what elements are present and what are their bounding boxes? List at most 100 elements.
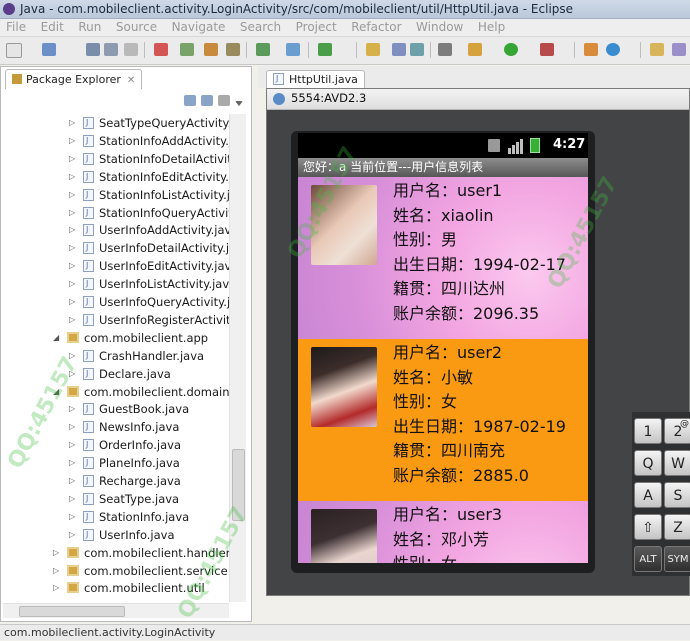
key-a[interactable]: A: [634, 482, 662, 508]
collapse-all-icon[interactable]: [184, 95, 196, 106]
list-item[interactable]: 用户名：user3 姓名：邓小芳 性别：女: [298, 501, 588, 563]
chevron-right-icon[interactable]: ▷: [69, 293, 75, 311]
tab-httputil[interactable]: HttpUtil.java: [266, 70, 365, 89]
save-all-icon[interactable]: [104, 43, 118, 56]
tree-file[interactable]: ▷ UserInfoQueryActivity.java: [69, 293, 229, 311]
menu-refactor[interactable]: Refactor: [345, 19, 406, 34]
tree-file[interactable]: ▷ Declare.java: [69, 365, 171, 383]
link-with-editor-icon[interactable]: [201, 95, 213, 106]
scrollbar-thumb[interactable]: [232, 449, 245, 521]
tree-file[interactable]: ▷ StationInfo.java: [69, 508, 189, 526]
chevron-right-icon[interactable]: ▷: [53, 562, 59, 580]
menu-file[interactable]: File: [0, 19, 31, 34]
chevron-down-icon[interactable]: ◢: [53, 383, 59, 401]
open-folder-icon[interactable]: [650, 43, 664, 56]
list-item[interactable]: 用户名：user1 姓名：xiaolin 性别：男 出生日期：1994-02-1…: [298, 177, 588, 339]
key-z[interactable]: Z: [664, 514, 690, 540]
chevron-right-icon[interactable]: ▷: [69, 221, 75, 239]
chevron-right-icon[interactable]: ▷: [69, 168, 75, 186]
list-item[interactable]: 用户名：user2 姓名：小敏 性别：女 出生日期：1987-02-19 籍贯：…: [298, 339, 588, 501]
tree-file[interactable]: ▷ StationInfoEditActivity.jav: [69, 168, 229, 186]
new-class-icon[interactable]: [584, 43, 598, 56]
open-type-icon[interactable]: [366, 43, 380, 56]
tree-file[interactable]: ▷ StationInfoDetailActivity.j: [69, 150, 229, 168]
tree-package[interactable]: ▷ com.mobileclient.util: [53, 579, 205, 597]
run-icon[interactable]: [504, 43, 518, 56]
chevron-right-icon[interactable]: ▷: [69, 508, 75, 526]
menu-source[interactable]: Source: [110, 19, 162, 34]
new-file-icon[interactable]: [6, 43, 22, 58]
menu-edit[interactable]: Edit: [35, 19, 69, 34]
chevron-right-icon[interactable]: ▷: [69, 204, 75, 222]
chevron-down-icon[interactable]: ◢: [53, 329, 59, 347]
build-icon[interactable]: [256, 43, 270, 56]
tree-file[interactable]: ▷ StationInfoAddActivity.jav: [69, 132, 229, 150]
chevron-right-icon[interactable]: ▷: [69, 436, 75, 454]
menu-help[interactable]: Help: [472, 19, 510, 34]
key-q[interactable]: Q: [634, 450, 662, 476]
tree-file[interactable]: ▷ UserInfoListActivity.java: [69, 275, 229, 293]
new-package-icon[interactable]: [606, 43, 620, 56]
menu-run[interactable]: Run: [72, 19, 106, 34]
tree-file[interactable]: ▷ UserInfoDetailActivity.java: [69, 239, 229, 257]
perspective-icon[interactable]: [672, 43, 686, 56]
chevron-right-icon[interactable]: ▷: [69, 365, 75, 383]
chevron-right-icon[interactable]: ▷: [69, 239, 75, 257]
external-tools-icon[interactable]: [540, 43, 554, 56]
tree-package[interactable]: ◢ com.mobileclient.domain: [53, 383, 229, 401]
android-tool-icon[interactable]: [226, 43, 240, 56]
chevron-right-icon[interactable]: ▷: [69, 114, 75, 132]
pen-icon[interactable]: [438, 43, 452, 56]
tree-file[interactable]: ▷ OrderInfo.java: [69, 436, 181, 454]
search-icon[interactable]: [286, 43, 300, 56]
chevron-right-icon[interactable]: ▷: [69, 132, 75, 150]
menu-project[interactable]: Project: [290, 19, 342, 34]
menu-search[interactable]: Search: [234, 19, 286, 34]
chevron-right-icon[interactable]: ▷: [69, 490, 75, 508]
key-1[interactable]: 1: [634, 418, 662, 444]
menu-navigate[interactable]: Navigate: [166, 19, 231, 34]
chevron-right-icon[interactable]: ▷: [53, 579, 59, 597]
debug-tool-icon[interactable]: [154, 43, 168, 56]
save-icon[interactable]: [86, 43, 100, 56]
horizontal-scrollbar[interactable]: [3, 603, 229, 618]
tree-package[interactable]: ▷ com.mobileclient.handler: [53, 544, 229, 562]
tree-file[interactable]: ▷ UserInfoAddActivity.java: [69, 221, 229, 239]
chevron-right-icon[interactable]: ▷: [69, 454, 75, 472]
key-sym[interactable]: SYM: [664, 546, 690, 572]
close-icon[interactable]: ✕: [127, 75, 135, 86]
chevron-right-icon[interactable]: ▷: [69, 150, 75, 168]
chevron-right-icon[interactable]: ▷: [69, 418, 75, 436]
tree-package[interactable]: ◢ com.mobileclient.app: [53, 329, 208, 347]
tree-file[interactable]: ▷ UserInfoEditActivity.java: [69, 257, 229, 275]
tree-file[interactable]: ▷ StationInfoQueryActivity.: [69, 204, 229, 222]
tree-file[interactable]: ▷ UserInfoRegisterActivity.: [69, 311, 229, 329]
tree-file[interactable]: ▷ SeatType.java: [69, 490, 179, 508]
tree-file[interactable]: ▷ PlaneInfo.java: [69, 454, 180, 472]
scrollbar-thumb[interactable]: [19, 606, 125, 617]
key-w[interactable]: W: [664, 450, 690, 476]
key-s[interactable]: S: [664, 482, 690, 508]
chevron-right-icon[interactable]: ▷: [69, 275, 75, 293]
lint-icon[interactable]: [204, 43, 218, 56]
chevron-right-icon[interactable]: ▷: [53, 544, 59, 562]
debug-icon[interactable]: [468, 43, 482, 56]
tree-file[interactable]: ▷ CrashHandler.java: [69, 347, 204, 365]
menu-window[interactable]: Window: [410, 19, 468, 34]
chevron-right-icon[interactable]: ▷: [69, 311, 75, 329]
chevron-down-icon[interactable]: [235, 101, 243, 106]
chevron-right-icon[interactable]: ▷: [69, 186, 75, 204]
vertical-scrollbar[interactable]: [229, 114, 246, 602]
key-alt[interactable]: ALT: [634, 546, 662, 572]
open-task-icon[interactable]: [392, 43, 406, 56]
check-icon[interactable]: [318, 43, 332, 56]
android-sdk-icon[interactable]: [180, 43, 194, 56]
tree-file[interactable]: ▷ SeatTypeQueryActivity.ja: [69, 114, 229, 132]
tree-file[interactable]: ▷ StationInfoListActivity.java: [69, 186, 229, 204]
view-menu-icon[interactable]: [218, 95, 230, 106]
chevron-right-icon[interactable]: ▷: [69, 526, 75, 544]
search-file-icon[interactable]: [410, 43, 424, 56]
print-icon[interactable]: [124, 43, 138, 56]
tree-package[interactable]: ▷ com.mobileclient.service: [53, 562, 228, 580]
tree-file[interactable]: ▷ NewsInfo.java: [69, 418, 179, 436]
